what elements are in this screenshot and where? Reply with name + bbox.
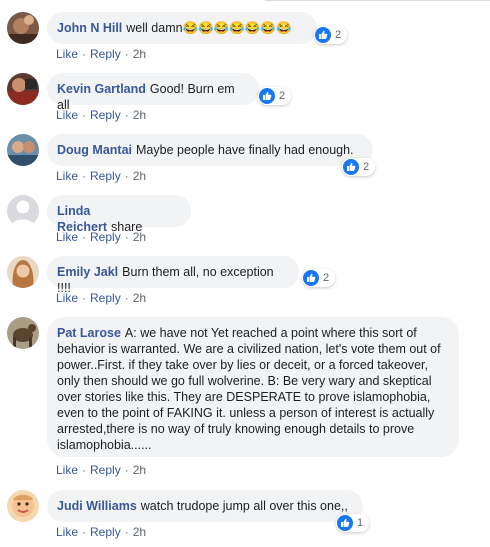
separator: · — [124, 525, 129, 539]
thumbs-up-icon — [315, 27, 331, 43]
avatar[interactable] — [7, 73, 39, 105]
reaction-number: 2 — [363, 161, 370, 173]
reaction-count[interactable]: 2 — [302, 269, 336, 287]
reaction-count[interactable]: 1 — [336, 514, 370, 532]
reaction-number: 2 — [323, 272, 330, 284]
thumbs-up-icon — [343, 159, 359, 175]
comment-text: A: we have not Yet reached a point where… — [57, 326, 441, 452]
comment-actions: Like · Reply · 2h — [56, 525, 146, 539]
comment-time[interactable]: 2h — [133, 463, 146, 477]
reaction-count[interactable]: 2 — [258, 87, 292, 105]
separator: · — [124, 47, 129, 61]
reply-link[interactable]: Reply — [90, 108, 121, 122]
comment-actions: Like · Reply · 2h — [56, 47, 146, 61]
comment-bubble: Judi Williams watch trudope jump all over… — [47, 490, 363, 522]
comment-bubble: Linda Reichert share — [47, 195, 191, 234]
comment-bubble: Kevin Gartland Good! Burn em all — [47, 73, 259, 112]
separator: · — [82, 463, 87, 477]
reply-link[interactable]: Reply — [90, 463, 121, 477]
reaction-count[interactable]: 2 — [314, 26, 348, 44]
like-link[interactable]: Like — [56, 525, 78, 539]
comment-author[interactable]: Doug Mantai — [57, 143, 132, 157]
separator: · — [124, 463, 129, 477]
separator: · — [124, 230, 129, 244]
like-link[interactable]: Like — [56, 108, 78, 122]
comment-actions: Like · Reply · 2h — [56, 108, 146, 122]
like-link[interactable]: Like — [56, 47, 78, 61]
comment-time[interactable]: 2h — [133, 108, 146, 122]
comment-author[interactable]: Kevin Gartland — [57, 82, 146, 96]
reaction-number: 2 — [279, 90, 286, 102]
comment-author[interactable]: Judi Williams — [57, 499, 137, 513]
like-link[interactable]: Like — [56, 291, 78, 305]
separator: · — [82, 230, 87, 244]
comment-actions: Like · Reply · 2h — [56, 169, 146, 183]
emoji-laughing: 😂😂😂😂😂😂😂 — [182, 21, 292, 35]
separator: · — [124, 108, 129, 122]
reaction-number: 2 — [335, 29, 342, 41]
avatar[interactable] — [7, 195, 39, 227]
reply-link[interactable]: Reply — [90, 47, 121, 61]
separator: · — [124, 291, 129, 305]
avatar[interactable] — [7, 490, 39, 522]
comment-text: well damn — [126, 21, 183, 35]
reply-link[interactable]: Reply — [90, 525, 121, 539]
avatar[interactable] — [7, 317, 39, 349]
comment-author[interactable]: Emily Jakl — [57, 265, 118, 279]
comment-actions: Like · Reply · 2h — [56, 291, 146, 305]
comment-time[interactable]: 2h — [133, 291, 146, 305]
comment-bubble: Pat Larose A: we have not Yet reached a p… — [47, 317, 459, 457]
avatar[interactable] — [7, 256, 39, 288]
comment-time[interactable]: 2h — [133, 169, 146, 183]
thumbs-up-icon — [259, 88, 275, 104]
separator: · — [124, 169, 129, 183]
like-link[interactable]: Like — [56, 230, 78, 244]
separator: · — [82, 169, 87, 183]
comment-text: Maybe people have finally had enough. — [136, 143, 354, 157]
avatar[interactable] — [7, 12, 39, 44]
avatar[interactable] — [7, 134, 39, 166]
comment-text: watch trudope jump all over this one,, — [140, 499, 348, 513]
reaction-number: 1 — [357, 517, 364, 529]
comment-time[interactable]: 2h — [133, 525, 146, 539]
reply-link[interactable]: Reply — [90, 169, 121, 183]
comment-bubble: John N Hill well damn😂😂😂😂😂😂😂 — [47, 12, 317, 44]
separator: · — [82, 47, 87, 61]
comment-actions: Like · Reply · 2h — [56, 230, 146, 244]
comment-author[interactable]: John N Hill — [57, 21, 122, 35]
comment-bubble: Emily Jakl Burn them all, no exception !!… — [47, 256, 299, 295]
comment-time[interactable]: 2h — [133, 47, 146, 61]
reaction-count[interactable]: 2 — [342, 158, 376, 176]
thumbs-up-icon — [303, 270, 319, 286]
separator: · — [82, 291, 87, 305]
like-link[interactable]: Like — [56, 463, 78, 477]
reply-link[interactable]: Reply — [90, 230, 121, 244]
comment-time[interactable]: 2h — [133, 230, 146, 244]
thumbs-up-icon — [337, 515, 353, 531]
comment-author[interactable]: Pat Larose — [57, 326, 121, 340]
comment-bubble: Doug Mantai Maybe people have finally had… — [47, 134, 373, 166]
like-link[interactable]: Like — [56, 169, 78, 183]
separator: · — [82, 525, 87, 539]
divider — [265, 0, 490, 1]
comment-actions: Like · Reply · 2h — [56, 463, 146, 477]
reply-link[interactable]: Reply — [90, 291, 121, 305]
separator: · — [82, 108, 87, 122]
